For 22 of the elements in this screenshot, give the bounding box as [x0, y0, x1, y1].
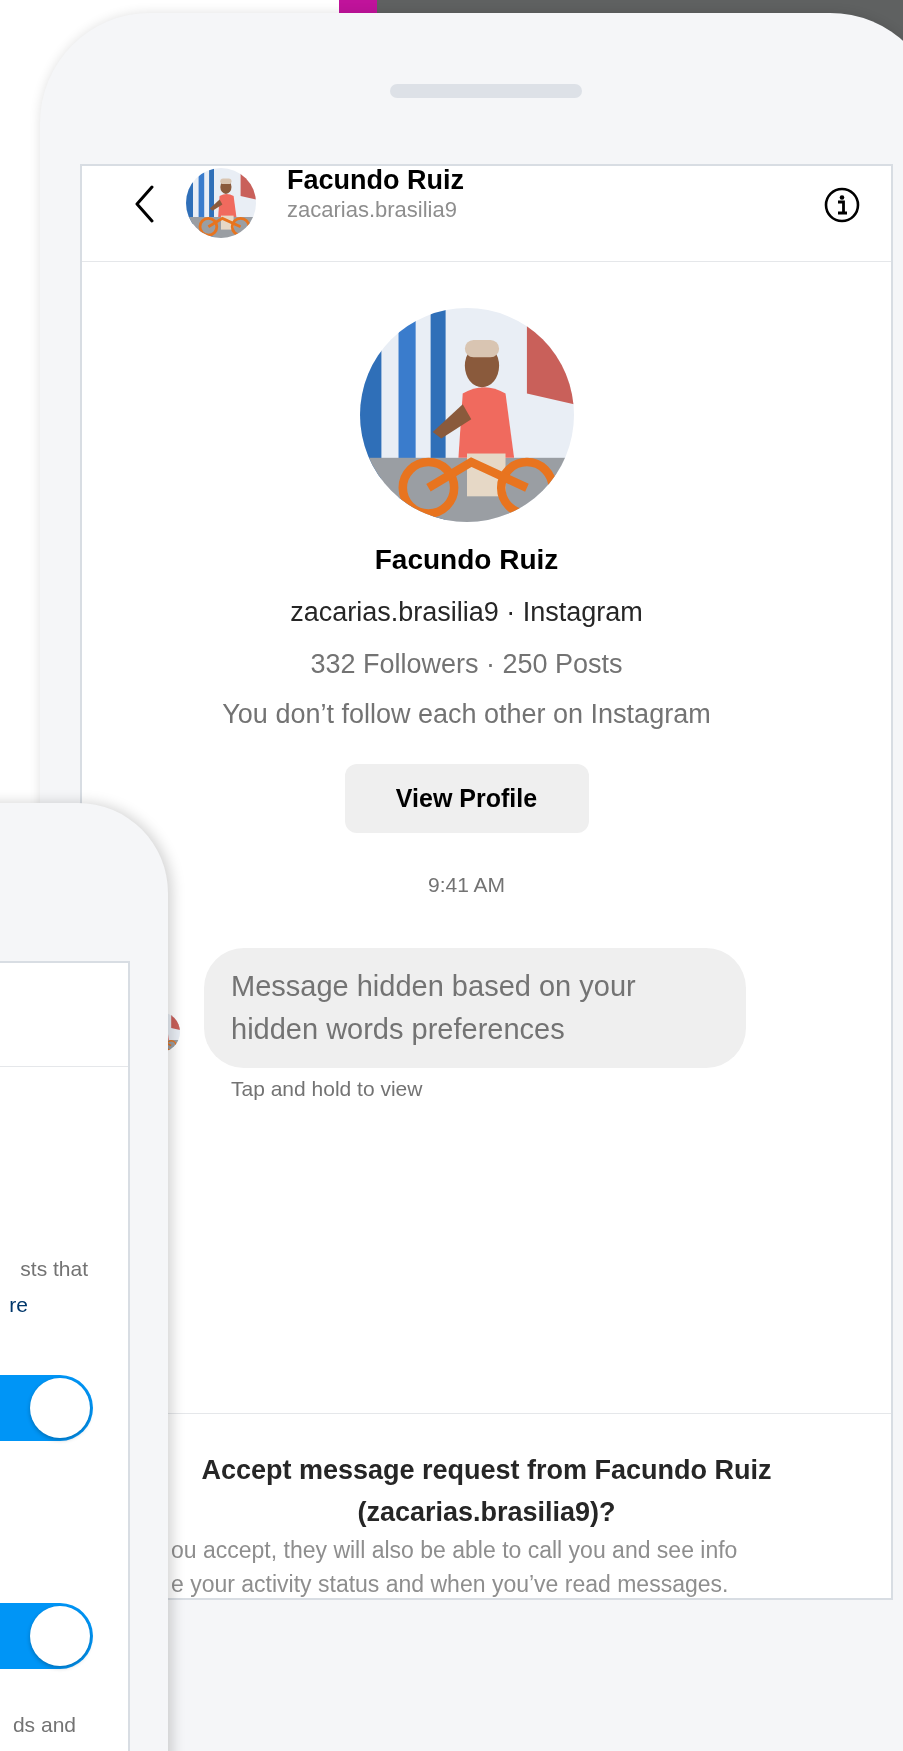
background-panel	[339, 0, 377, 14]
follow-status: You don’t follow each other on Instagram	[222, 698, 711, 731]
toggle-switch[interactable]	[0, 1375, 93, 1441]
info-button[interactable]	[823, 186, 861, 224]
view-profile-button[interactable]: View Profile	[344, 764, 589, 833]
back-icon	[134, 185, 154, 223]
profile-name: Facundo Ruiz	[374, 543, 559, 577]
settings-description: ds and	[12, 1712, 76, 1738]
profile-subtitle: zacarias.brasilia9 · Instagram	[290, 596, 643, 629]
contact-username: zacarias.brasilia9	[287, 196, 458, 224]
contact-name: Facundo Ruiz	[287, 166, 464, 194]
timestamp: 9:41 AM	[427, 872, 506, 898]
message-bubble[interactable]: Message hidden based on your hidden words preferences	[204, 948, 746, 1068]
toggle-switch[interactable]	[0, 1603, 93, 1669]
settings-description: sts that	[20, 1256, 88, 1282]
info-icon	[824, 187, 860, 223]
profile-stats: 332 Followers · 250 Posts	[310, 648, 623, 681]
message-hint: Tap and hold to view	[231, 1076, 423, 1102]
learn-more-link[interactable]: re	[9, 1287, 28, 1323]
request-title: Accept message request from Facundo Ruiz (zacarias.brasilia9)?	[200, 1454, 773, 1529]
request-description: e your activity status and when you’ve read messages.	[171, 1570, 729, 1598]
request-description: ou accept, they will also be able to call you and see info	[171, 1536, 738, 1565]
